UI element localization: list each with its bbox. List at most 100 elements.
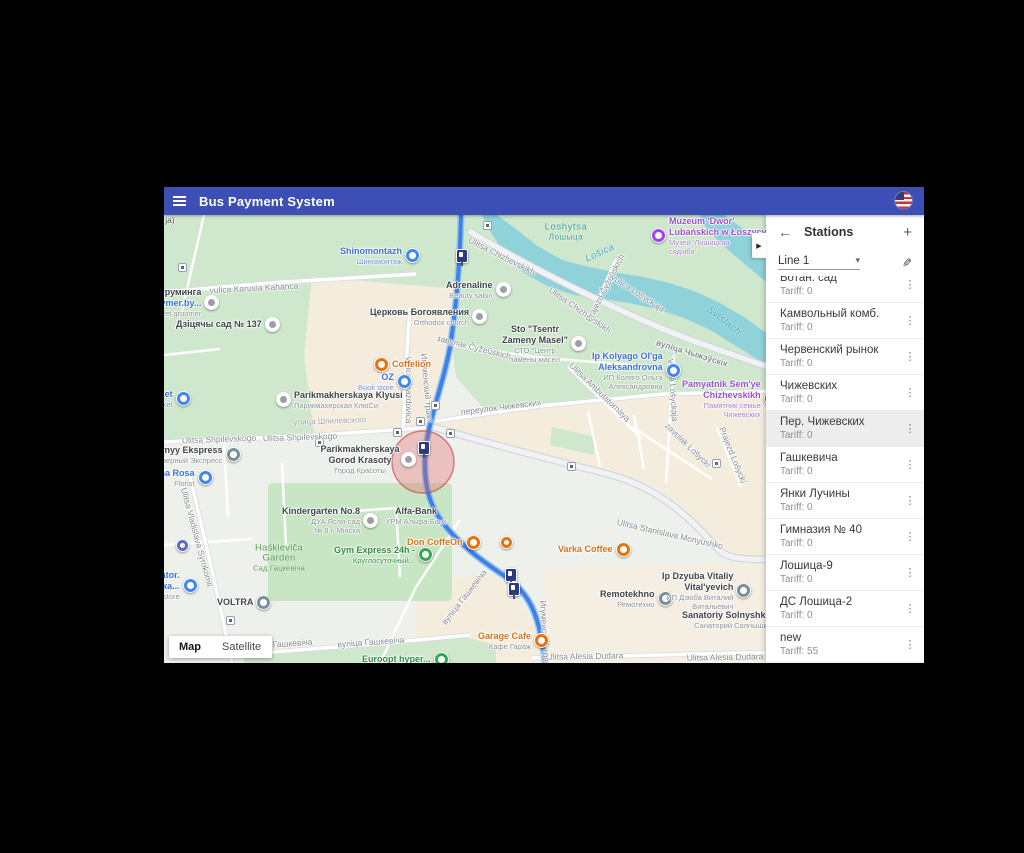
hamburger-menu-icon[interactable] <box>173 200 186 202</box>
line-select[interactable]: Line 1 ▾ <box>778 255 860 270</box>
business-pin-icon[interactable] <box>666 363 681 378</box>
map-type-satellite-button[interactable]: Satellite <box>211 641 272 653</box>
stations-panel: ← Stations + Line 1 ▾ ✎ Ботан. садTariff… <box>766 215 924 663</box>
transit-stop-icon <box>483 221 492 230</box>
school-pin-icon[interactable] <box>363 513 378 528</box>
shop-pin-icon[interactable] <box>405 248 420 263</box>
poi-dzyuba: Ip Dzyuba VitaliyVital'yevichИП Дзюба Ви… <box>662 571 751 611</box>
poi-akkumulator: umulator.одажа...battery store <box>164 570 198 601</box>
shop-pin-icon[interactable] <box>256 595 271 610</box>
poi-euroopt: Euroopt hyper... <box>362 652 449 663</box>
transit-stop-icon <box>178 263 187 272</box>
poi-pamyatnik: Pamyatnik Sem'yeChizhevskikhПамятник сем… <box>682 379 779 419</box>
poi-severnyy-ekspress: Severnyy EkspressСеверный Экспресс <box>164 445 241 465</box>
park-label-garden-2: Garden <box>263 553 296 564</box>
panel-expand-icon: ▶ <box>756 242 761 250</box>
area-label-loshytsa-be: Лошыца <box>549 233 584 242</box>
hairdresser-pin-icon[interactable] <box>401 452 416 467</box>
poi-oz-bookstore: OZBook store <box>358 372 412 392</box>
kebab-menu-icon[interactable]: ⋮ <box>900 602 920 615</box>
poi-varka-coffee: Varka Coffee <box>558 542 631 557</box>
kebab-menu-icon[interactable]: ⋮ <box>900 530 920 543</box>
cafe-pin-icon[interactable] <box>534 633 549 648</box>
kindergarten-pin-icon[interactable] <box>265 317 280 332</box>
poi-alfa-bank: Alfa-BankУРМ Альфа-Банк <box>380 506 452 526</box>
station-row[interactable]: newTariff: 55 ⋮ <box>766 627 924 663</box>
poi-voltra: VOLTRA <box>217 595 271 610</box>
add-station-button[interactable]: + <box>903 224 912 241</box>
bus-stop-marker[interactable] <box>505 568 517 582</box>
station-row[interactable]: Камвольный комб.Tariff: 0 ⋮ <box>766 303 924 339</box>
coffee-pin-icon[interactable] <box>466 535 481 550</box>
pet-groomer-pin-icon[interactable] <box>204 295 219 310</box>
station-row[interactable]: Лошица-9Tariff: 0 ⋮ <box>766 555 924 591</box>
area-label-loshytsa: Loshytsa <box>545 222 588 233</box>
business-pin-icon[interactable] <box>736 583 751 598</box>
map-type-map-button[interactable]: Map <box>169 641 211 653</box>
panel-title: Stations <box>804 225 903 239</box>
map-type-control: Map Satellite <box>169 636 272 658</box>
battery-store-pin-icon[interactable] <box>183 578 198 593</box>
station-row[interactable]: ДС Лошица-2Tariff: 0 ⋮ <box>766 591 924 627</box>
kebab-menu-icon[interactable]: ⋮ <box>900 458 920 471</box>
bus-stop-marker-selected[interactable] <box>418 441 430 455</box>
coffee-pin-icon[interactable] <box>616 542 631 557</box>
gym-pin-icon[interactable] <box>418 547 433 562</box>
us-flag-language-icon[interactable] <box>895 192 912 209</box>
station-row[interactable]: Гимназия № 40Tariff: 0 ⋮ <box>766 519 924 555</box>
panel-collapse-tab[interactable]: ▶ <box>752 233 766 258</box>
shop-pin-icon[interactable] <box>226 447 241 462</box>
line-selector-row: Line 1 ▾ ✎ <box>766 249 924 276</box>
station-row-selected[interactable]: Пер. ЧижевскихTariff: 0 ⋮ <box>766 411 924 447</box>
car-service-pin-icon[interactable] <box>571 336 586 351</box>
poi-grymer: я грумингаGrymer.by...Pet groomer <box>164 287 219 318</box>
supermarket-pin-icon[interactable] <box>434 652 449 663</box>
book-store-pin-icon[interactable] <box>397 374 412 389</box>
app-window: Loshytsa Лошыца Lošica Svislach Haśkievi… <box>164 187 924 663</box>
station-row[interactable]: ГашкевичаTariff: 0 ⋮ <box>766 447 924 483</box>
poi-garage-cafe: Garage CafeКафе Гараж <box>478 631 549 651</box>
place-pin-icon[interactable] <box>176 539 189 552</box>
screenshot-root: { "header": {"title": "Bus Payment Syste… <box>0 0 1024 853</box>
church-pin-icon[interactable] <box>472 309 487 324</box>
station-row[interactable]: Янки ЛучиныTariff: 0 ⋮ <box>766 483 924 519</box>
kebab-menu-icon[interactable]: ⋮ <box>900 638 920 651</box>
park-label-garden-3: Сад Гацкевіча <box>253 564 305 573</box>
transit-stop-icon <box>567 462 576 471</box>
kebab-menu-icon[interactable]: ⋮ <box>900 386 920 399</box>
hairdresser-pin-icon[interactable] <box>276 392 291 407</box>
station-row[interactable]: Ботан. садTariff: 0 ⋮ <box>766 276 924 303</box>
kebab-menu-icon[interactable]: ⋮ <box>900 422 920 435</box>
coffee-pin-icon[interactable] <box>374 357 389 372</box>
poi-opt-market: т marketопт market <box>164 389 191 409</box>
poi-gorod-krasoty: ParikmakherskayaGorod KrasotyГород Красо… <box>322 444 416 475</box>
poi-unnamed <box>176 539 189 552</box>
poi-kolyago: Ip Kolyago Ol'gaAleksandrovnaИП Коляго О… <box>592 351 681 391</box>
poi-adrenaline: AdrenalineBeauty salon <box>446 280 511 300</box>
transit-stop-icon <box>712 459 721 468</box>
beauty-salon-pin-icon[interactable] <box>496 282 511 297</box>
restaurant-pin-icon[interactable] <box>500 536 513 549</box>
edge-label-fragment: ja) <box>165 215 174 225</box>
florist-pin-icon[interactable] <box>198 470 213 485</box>
back-arrow-icon[interactable]: ← <box>778 224 792 240</box>
poi-church: Церковь БогоявленияOrthodox church <box>370 307 487 327</box>
station-row[interactable]: Червенский рынокTariff: 0 ⋮ <box>766 339 924 375</box>
edit-line-button[interactable]: ✎ <box>902 256 912 270</box>
poi-donna-rosa: Donna RosaFlorist <box>164 468 213 488</box>
bus-stop-marker[interactable] <box>456 249 468 263</box>
kebab-menu-icon[interactable]: ⋮ <box>900 494 920 507</box>
kebab-menu-icon[interactable]: ⋮ <box>900 350 920 363</box>
kebab-menu-icon[interactable]: ⋮ <box>900 566 920 579</box>
museum-pin-icon[interactable] <box>651 228 666 243</box>
street-label: Ulitsa Alesia Dudara <box>687 651 764 662</box>
transit-stop-icon <box>446 429 455 438</box>
transit-stop-icon <box>226 616 235 625</box>
kebab-menu-icon[interactable]: ⋮ <box>900 314 920 327</box>
transit-stop-icon <box>393 428 402 437</box>
market-pin-icon[interactable] <box>176 391 191 406</box>
bus-stop-marker[interactable] <box>508 582 520 596</box>
station-row[interactable]: ЧижевскихTariff: 0 ⋮ <box>766 375 924 411</box>
poi-klyusi: Parikmakherskaya KlyusiПарикмахерская Кл… <box>276 390 403 410</box>
kebab-menu-icon[interactable]: ⋮ <box>900 278 920 291</box>
